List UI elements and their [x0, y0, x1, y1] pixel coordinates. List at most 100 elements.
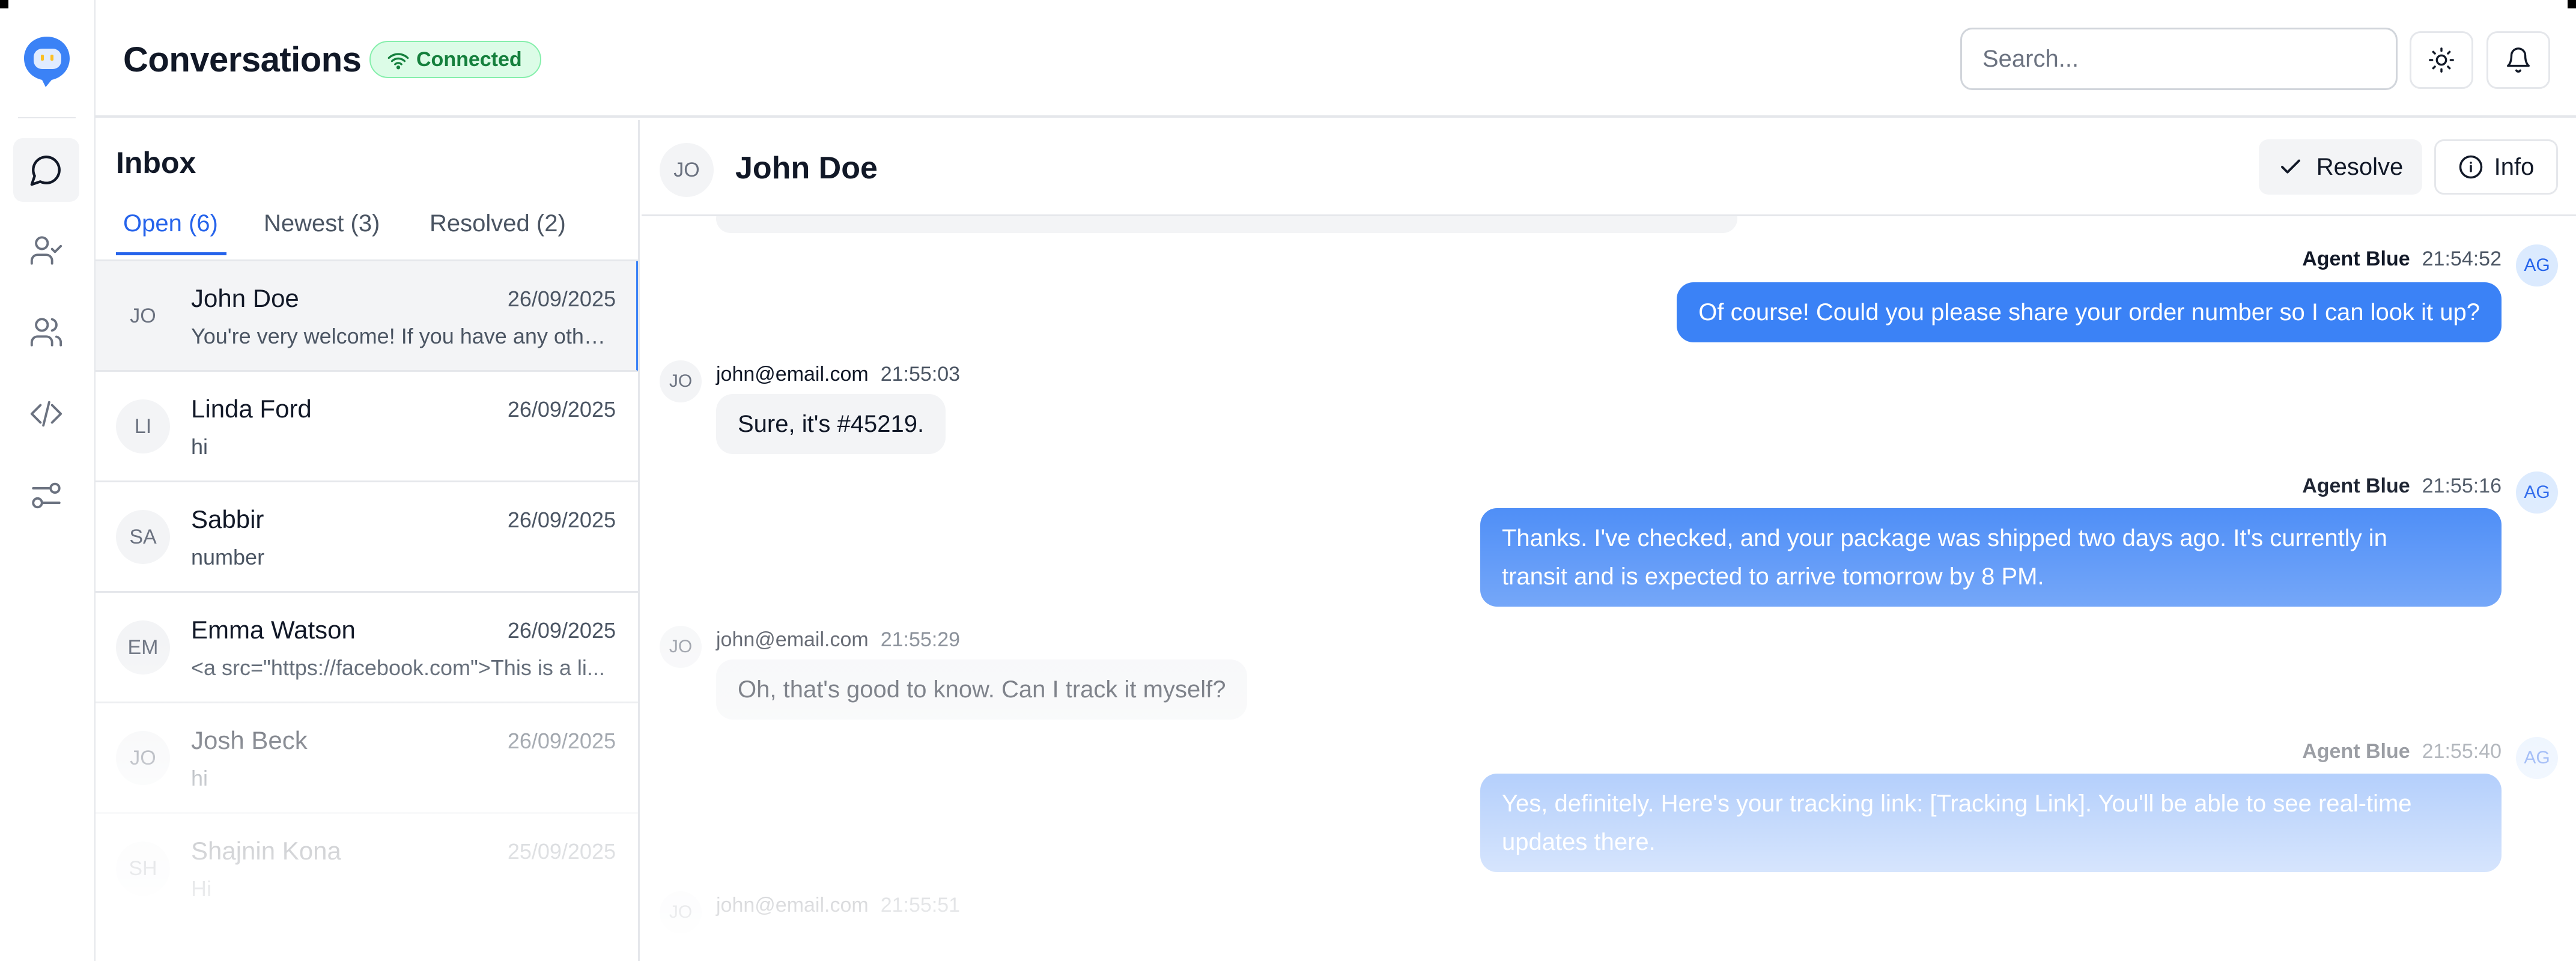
conversation-preview: number: [191, 545, 265, 569]
message-bubble: Yes, definitely. Here's your tracking li…: [1480, 774, 2502, 872]
resolve-label: Resolve: [2316, 153, 2404, 180]
code-icon: [30, 401, 62, 427]
conversation-name: John Doe: [191, 284, 299, 312]
message-sender: Agent Blue: [2302, 247, 2410, 270]
conversation-preview: You're very welcome! If you have any oth…: [191, 324, 612, 348]
connection-status-label: Connected: [416, 48, 522, 71]
window-corner: [0, 0, 8, 8]
conversation-name: Linda Ford: [191, 395, 312, 423]
message-text-line: updates there.: [1502, 829, 1656, 855]
conversation-date: 26/09/2025: [507, 508, 616, 532]
notifications-button[interactable]: [2486, 31, 2550, 89]
page-title: Conversations: [123, 40, 362, 79]
info-button[interactable]: Info: [2434, 139, 2558, 195]
message-meta: Agent Blue 21:55:16: [2302, 474, 2502, 498]
avatar: SA: [116, 510, 170, 564]
message-time: 21:55:16: [2422, 474, 2502, 497]
contact-avatar: JO: [660, 891, 702, 933]
conversation-item[interactable]: SH Shajnin Kona 25/09/2025 Hi: [96, 814, 638, 924]
conversation-item[interactable]: SA Sabbir 26/09/2025 number: [96, 482, 638, 593]
conversation-name: Sabbir: [191, 505, 264, 533]
icon-rail: [0, 0, 96, 961]
conversation-preview: hi: [191, 434, 208, 459]
message-meta: john@email.com 21:55:29: [716, 628, 960, 652]
tab-resolved[interactable]: Resolved (2): [430, 210, 566, 237]
agent-avatar: AG: [2516, 244, 2558, 286]
avatar: JO: [116, 289, 170, 343]
message-bubble: Sure, it's #45219.: [716, 394, 946, 454]
tab-newest[interactable]: Newest (3): [264, 210, 380, 237]
agent-avatar: AG: [2516, 471, 2558, 514]
contact-avatar: JO: [660, 143, 714, 197]
message-sender: john@email.com: [716, 628, 869, 651]
search-input[interactable]: [1960, 28, 2398, 90]
theme-toggle-button[interactable]: [2410, 31, 2473, 89]
message-time: 21:55:03: [880, 363, 961, 386]
avatar: JO: [116, 731, 170, 785]
avatar: LI: [116, 399, 170, 453]
conversation-preview: hi: [191, 766, 208, 790]
users-icon: [30, 318, 62, 347]
conversation-item[interactable]: LI Linda Ford 26/09/2025 hi: [96, 372, 638, 482]
chat-header: JO John Doe Resolve Info: [642, 120, 2576, 216]
chat-icon: [30, 156, 61, 186]
conversation-date: 25/09/2025: [507, 839, 616, 864]
message-meta: john@email.com 21:55:03: [716, 363, 960, 386]
message-meta: Agent Blue 21:54:52: [2302, 247, 2502, 271]
conversation-preview: <a src="https://facebook.com">This is a …: [191, 655, 605, 680]
message-time: 21:55:29: [880, 628, 961, 651]
nav-settings[interactable]: [13, 464, 79, 527]
message-meta: john@email.com 21:55:51: [716, 894, 960, 917]
inbox-title: Inbox: [116, 146, 196, 180]
conversation-item[interactable]: EM Emma Watson 26/09/2025 <a src="https:…: [96, 593, 638, 703]
agent-avatar: AG: [2516, 737, 2558, 779]
active-tab-indicator: [116, 252, 226, 255]
info-icon: [2459, 155, 2482, 179]
message-sender: Agent Blue: [2302, 740, 2410, 763]
nav-contacts[interactable]: [13, 219, 79, 282]
avatar: SH: [116, 841, 170, 896]
resolve-button[interactable]: Resolve: [2259, 139, 2422, 195]
conversation-name: Emma Watson: [191, 616, 356, 644]
app-window: Conversations Connected Inbox Open (6) N…: [0, 0, 2576, 961]
contact-avatar: JO: [660, 360, 702, 402]
conversation-item[interactable]: JO John Doe 26/09/2025 You're very welco…: [96, 261, 638, 372]
conversation-preview: Hi: [191, 876, 211, 901]
tab-open[interactable]: Open (6): [123, 210, 218, 237]
contact-name: John Doe: [735, 151, 878, 186]
message-text-line: Yes, definitely. Here's your tracking li…: [1502, 790, 2412, 817]
message-meta: Agent Blue 21:55:40: [2302, 740, 2502, 763]
conversation-date: 26/09/2025: [507, 286, 616, 311]
top-header: Conversations Connected: [96, 0, 2576, 118]
conversation-name: Shajnin Kona: [191, 837, 341, 865]
message-text-line: Thanks. I've checked, and your package w…: [1502, 525, 2387, 551]
conversation-date: 26/09/2025: [507, 729, 616, 753]
bell-icon: [2507, 47, 2530, 73]
sliders-icon: [32, 482, 61, 509]
message-time: 21:54:52: [2422, 247, 2502, 270]
nav-developer[interactable]: [13, 382, 79, 446]
message-time: 21:55:51: [880, 894, 961, 917]
message-bubble: Of course! Could you please share your o…: [1677, 282, 2502, 342]
message-sender: john@email.com: [716, 363, 869, 386]
rail-divider: [18, 117, 76, 118]
avatar: EM: [116, 620, 170, 675]
contact-avatar: JO: [660, 626, 702, 668]
conversation-date: 26/09/2025: [507, 397, 616, 422]
nav-conversations[interactable]: [13, 138, 79, 202]
conversation-date: 26/09/2025: [507, 618, 616, 643]
wifi-icon: [387, 53, 409, 70]
conversation-item[interactable]: JO Josh Beck 26/09/2025 hi: [96, 703, 638, 814]
message-time: 21:55:40: [2422, 740, 2502, 763]
connection-status-badge: Connected: [369, 41, 541, 78]
message-bubble: Thanks. I've checked, and your package w…: [1480, 508, 2502, 607]
message-sender: john@email.com: [716, 894, 869, 917]
message-bubble: Oh, that's good to know. Can I track it …: [716, 659, 1248, 720]
window-corner: [2568, 0, 2576, 8]
message-text-line: transit and is expected to arrive tomorr…: [1502, 563, 2044, 590]
message-sender: Agent Blue: [2302, 474, 2410, 497]
info-label: Info: [2494, 153, 2535, 180]
app-logo-icon[interactable]: [22, 34, 72, 89]
nav-team[interactable]: [13, 300, 79, 364]
inbox-panel: Inbox Open (6) Newest (3) Resolved (2) J…: [96, 120, 640, 961]
